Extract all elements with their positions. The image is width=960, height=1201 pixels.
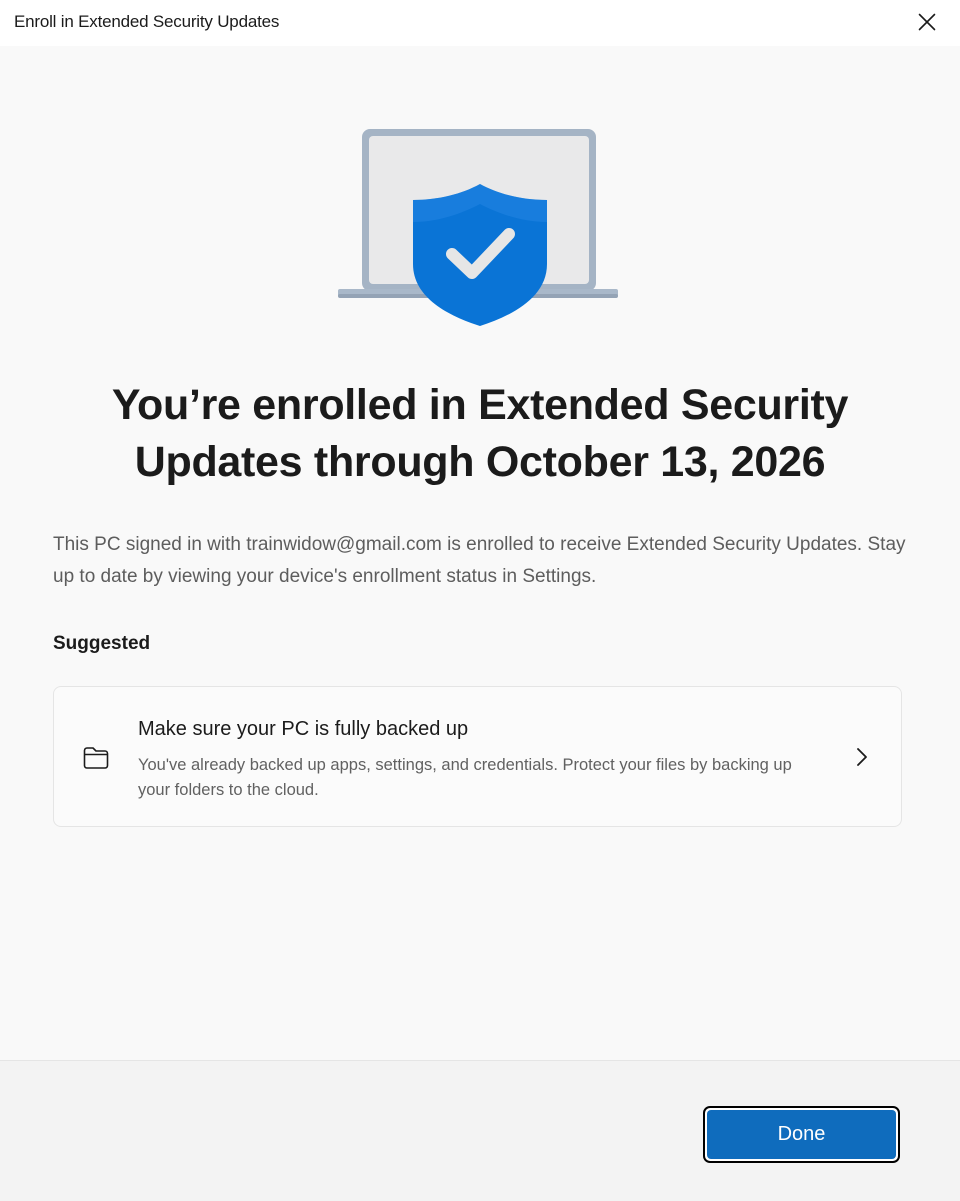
enrollment-description: This PC signed in with trainwidow@gmail.… <box>53 534 906 587</box>
suggested-heading: Suggested <box>53 633 151 654</box>
done-button-label: Done <box>707 1110 896 1159</box>
done-button[interactable]: Done <box>703 1106 900 1163</box>
backup-card-title: Make sure your PC is fully backed up <box>138 718 469 740</box>
backup-card-description: You've already backed up apps, settings,… <box>138 756 792 799</box>
backup-suggestion-card[interactable]: Make sure your PC is fully backed up You… <box>53 686 902 827</box>
close-button[interactable] <box>894 0 960 44</box>
chevron-right-icon <box>857 748 867 766</box>
enroll-dialog: Enroll in Extended Security Updates You’… <box>0 0 960 1201</box>
title-bar: Enroll in Extended Security Updates <box>0 0 960 46</box>
close-icon <box>918 13 936 31</box>
window-title: Enroll in Extended Security Updates <box>14 12 280 31</box>
dialog-footer: Done <box>0 1060 960 1201</box>
folder-icon <box>83 747 109 769</box>
enrollment-headline: You’re enrolled in Extended Security Upd… <box>111 381 849 486</box>
laptop-shield-check-illustration <box>338 129 618 326</box>
